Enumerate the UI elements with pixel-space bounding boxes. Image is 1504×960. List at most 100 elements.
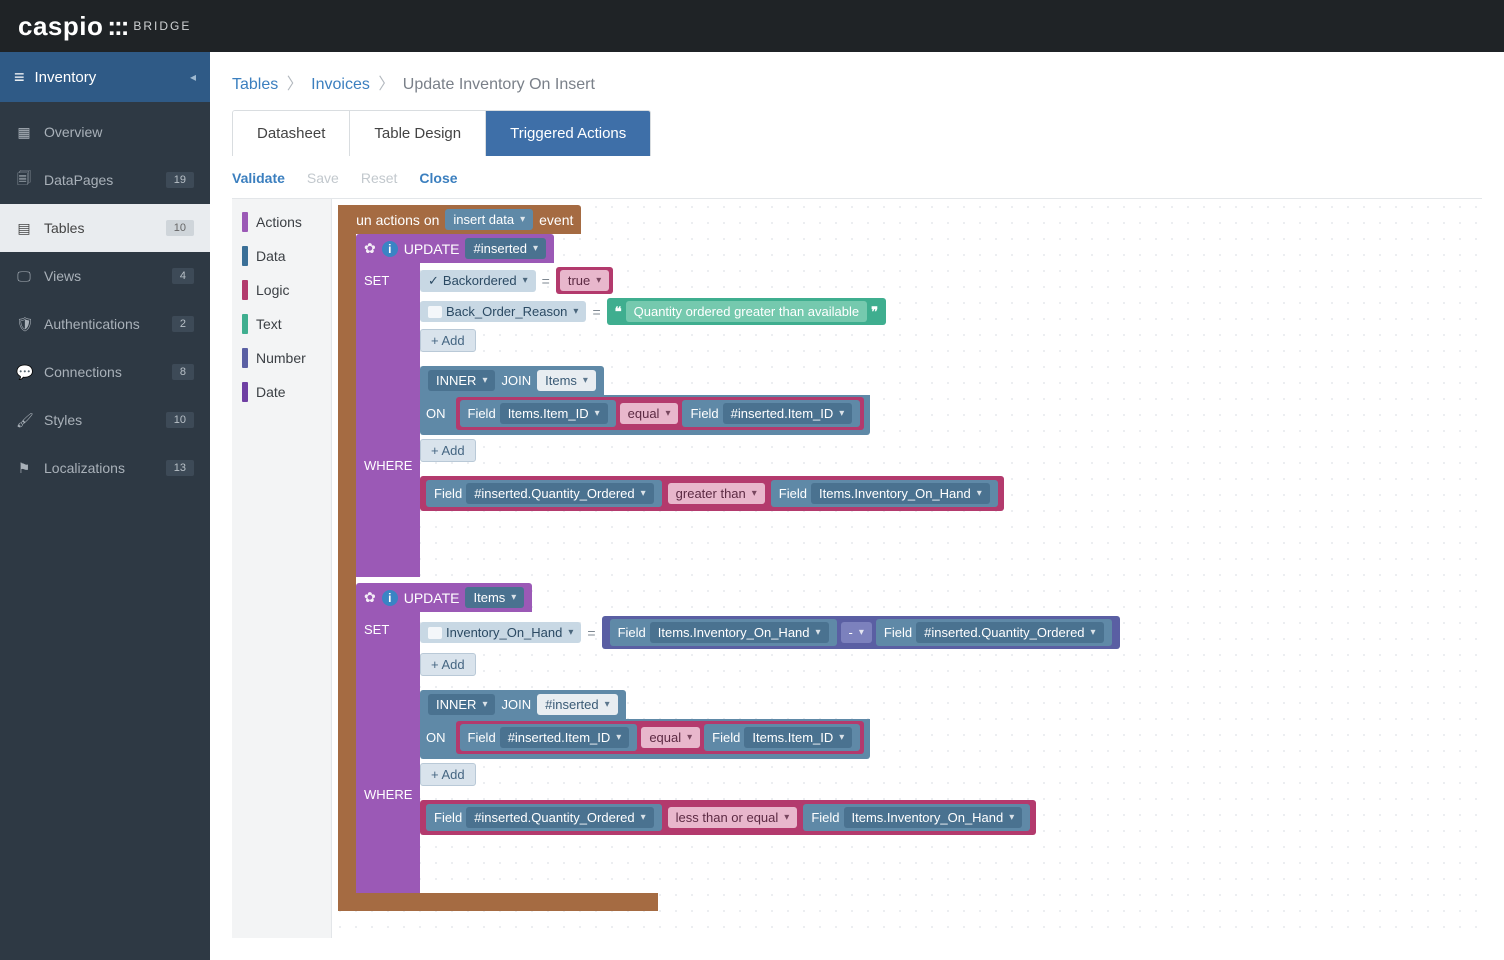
tab-tabledesign[interactable]: Table Design (350, 111, 486, 156)
tab-triggeredactions[interactable]: Triggered Actions (486, 111, 650, 156)
join-type[interactable]: INNER▾ (428, 370, 495, 391)
add-set-button[interactable]: + Add (420, 329, 476, 352)
chevron-down-icon: ▾ (511, 592, 516, 603)
add-set-button[interactable]: + Add (420, 653, 476, 676)
nav-connections[interactable]: 💬Connections8 (0, 348, 210, 396)
field-ref[interactable]: #inserted.Item_ID ▾ (500, 727, 630, 748)
field-ref[interactable]: #inserted.Quantity_Ordered▾ (466, 807, 653, 828)
field-kw: Field (468, 730, 496, 745)
nav-views[interactable]: 🖵Views4 (0, 252, 210, 300)
palette-date[interactable]: Date (232, 375, 331, 409)
palette-logic[interactable]: Logic (232, 273, 331, 307)
field-right[interactable]: Field Items.Inventory_On_Hand▾ (803, 804, 1030, 831)
field-left[interactable]: Field Items.Item_ID▾ (460, 400, 616, 427)
on-condition[interactable]: Field Items.Item_ID▾ equal▾ Field #inser… (456, 397, 865, 430)
field-ref[interactable]: Items.Inventory_On_Hand▾ (844, 807, 1023, 828)
palette-number[interactable]: Number (232, 341, 331, 375)
join-table[interactable]: Items▾ (537, 370, 596, 391)
info-icon[interactable]: i (382, 241, 398, 257)
field-path: #inserted.Item_ID (508, 730, 611, 745)
field-chip[interactable]: Inventory_On_Hand▾ (420, 622, 581, 643)
field-left[interactable]: Field #inserted.Quantity_Ordered▾ (426, 804, 662, 831)
field-left[interactable]: Field #inserted.Quantity_Ordered▾ (426, 480, 662, 507)
field-ref[interactable]: #inserted.Quantity_Ordered▾ (916, 622, 1103, 643)
sidebar-header[interactable]: ≡ Inventory ◂ (0, 52, 210, 102)
target-label: #inserted (473, 241, 526, 256)
root-block[interactable]: Run actions on insert data▾ event (338, 205, 581, 234)
op-label: greater than (676, 486, 746, 501)
tab-datasheet[interactable]: Datasheet (233, 111, 350, 156)
field-chip[interactable]: ✓Backordered▾ (420, 270, 536, 292)
reset-button[interactable]: Reset (361, 170, 398, 186)
op-chip[interactable]: greater than▾ (668, 483, 765, 504)
bc-tables[interactable]: Tables (232, 76, 278, 93)
nav-styles[interactable]: 🖌Styles10 (0, 396, 210, 444)
chevron-down-icon: ▾ (482, 699, 487, 710)
nav-tables[interactable]: ▤Tables10 (0, 204, 210, 252)
chevron-down-icon: ▾ (595, 408, 600, 419)
menu-icon: ≡ (14, 67, 25, 88)
field-left[interactable]: Field #inserted.Item_ID ▾ (460, 724, 638, 751)
event-chip[interactable]: insert data ▾ (445, 209, 533, 230)
nav-overview[interactable]: ▦Overview (0, 108, 210, 156)
add-join-button[interactable]: + Add (420, 763, 476, 786)
field-right[interactable]: Field Items.Inventory_On_Hand▾ (771, 480, 998, 507)
chevron-down-icon: ▾ (616, 732, 621, 743)
op-chip[interactable]: equal▾ (641, 727, 700, 748)
where-condition[interactable]: Field #inserted.Quantity_Ordered▾ less t… (420, 800, 1036, 835)
close-button[interactable]: Close (419, 170, 457, 186)
field-ref[interactable]: Items.Item_ID▾ (744, 727, 852, 748)
palette-text[interactable]: Text (232, 307, 331, 341)
field-chip[interactable]: Back_Order_Reason▾ (420, 301, 586, 322)
gear-icon[interactable]: ✿ (364, 589, 376, 606)
join-table[interactable]: #inserted▾ (537, 694, 618, 715)
where-condition[interactable]: Field #inserted.Quantity_Ordered▾ greate… (420, 476, 1004, 511)
bc-invoices[interactable]: Invoices (311, 76, 370, 93)
field-ref[interactable]: Items.Inventory_On_Hand▾ (650, 622, 829, 643)
text-value[interactable]: ❝Quantity ordered greater than available… (607, 298, 886, 325)
save-button[interactable]: Save (307, 170, 339, 186)
join-label: JOIN (501, 697, 531, 712)
block-canvas[interactable]: Run actions on insert data▾ event ✿ i UP… (332, 199, 1482, 938)
update-block-1[interactable]: ✿ i UPDATE #inserted▾ (356, 234, 554, 263)
expr-block[interactable]: Field Items.Inventory_On_Hand▾ -▾ Field … (602, 616, 1120, 649)
value-chip[interactable]: true▾ (560, 270, 609, 291)
field-b[interactable]: Field #inserted.Quantity_Ordered▾ (876, 619, 1112, 646)
op-minus[interactable]: -▾ (841, 622, 872, 643)
field-right[interactable]: Field #inserted.Item_ID▾ (682, 400, 860, 427)
palette-actions[interactable]: Actions (232, 205, 331, 239)
validate-button[interactable]: Validate (232, 170, 285, 186)
badge: 10 (166, 412, 194, 428)
join-block[interactable]: INNER▾ JOIN #inserted▾ (420, 690, 626, 719)
nav-label: Connections (44, 364, 122, 380)
field-kw: Field (468, 406, 496, 421)
chevron-down-icon: ▾ (839, 408, 844, 419)
nav-datapages[interactable]: 🗐DataPages19 (0, 156, 210, 204)
info-icon[interactable]: i (382, 590, 398, 606)
op-chip[interactable]: less than or equal▾ (668, 807, 798, 828)
field-path: Items.Item_ID (752, 730, 833, 745)
join-block[interactable]: INNER▾ JOIN Items▾ (420, 366, 604, 395)
gear-icon[interactable]: ✿ (364, 240, 376, 257)
field-ref[interactable]: #inserted.Quantity_Ordered▾ (466, 483, 653, 504)
event-label: insert data (453, 212, 514, 227)
nav-auth[interactable]: 🛡Authentications2 (0, 300, 210, 348)
target-chip[interactable]: #inserted▾ (465, 238, 546, 259)
chevron-down-icon: ▾ (520, 214, 525, 225)
join-type[interactable]: INNER▾ (428, 694, 495, 715)
target-chip[interactable]: Items▾ (465, 587, 524, 608)
op-chip[interactable]: equal▾ (620, 403, 679, 424)
field-kw: Field (434, 810, 462, 825)
palette-data[interactable]: Data (232, 239, 331, 273)
logic-value[interactable]: true▾ (556, 267, 613, 294)
chevron-down-icon: ▾ (573, 306, 578, 317)
field-a[interactable]: Field Items.Inventory_On_Hand▾ (610, 619, 837, 646)
field-ref[interactable]: Items.Inventory_On_Hand▾ (811, 483, 990, 504)
field-ref[interactable]: #inserted.Item_ID▾ (723, 403, 853, 424)
on-condition[interactable]: Field #inserted.Item_ID ▾ equal▾ Field It… (456, 721, 865, 754)
add-join-button[interactable]: + Add (420, 439, 476, 462)
field-right[interactable]: Field Items.Item_ID▾ (704, 724, 860, 751)
field-ref[interactable]: Items.Item_ID▾ (500, 403, 608, 424)
update-block-2[interactable]: ✿ i UPDATE Items▾ (356, 583, 532, 612)
nav-localizations[interactable]: ⚑Localizations13 (0, 444, 210, 492)
